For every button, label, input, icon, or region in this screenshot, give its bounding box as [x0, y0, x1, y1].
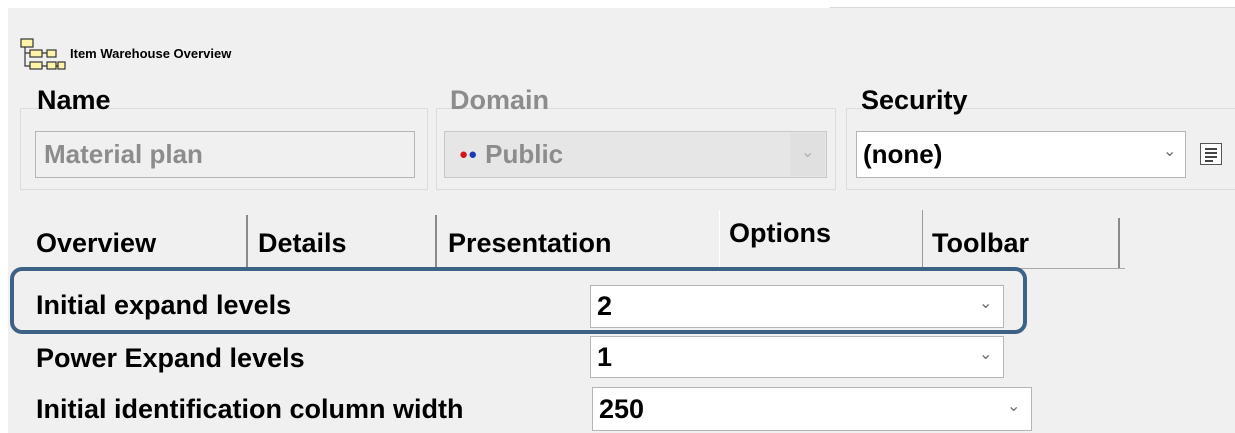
tab-separator	[435, 215, 437, 268]
initial-identification-column-width-dropdown[interactable]: 250 ⌄	[592, 387, 1032, 431]
power-expand-levels-value: 1	[597, 341, 613, 372]
security-label: Security	[861, 85, 968, 115]
highlight-annotation	[10, 267, 1027, 334]
tab-label: Overview	[36, 227, 157, 258]
power-expand-levels-label: Power Expand levels	[36, 343, 305, 373]
tab-separator	[1118, 218, 1120, 268]
domain-value: Public	[485, 139, 564, 169]
tab-separator	[246, 215, 248, 268]
item-warehouse-dialog: Item Warehouse Overview Name Material pl…	[0, 0, 1235, 433]
left-strip	[0, 0, 8, 433]
tab-options[interactable]: Options	[719, 210, 923, 269]
window-title: Item Warehouse Overview	[70, 46, 232, 61]
initial-identification-column-width-label: Initial identification column width	[36, 394, 464, 424]
security-dropdown[interactable]: (none) ⌄	[856, 131, 1186, 178]
chevron-down-icon: ⌄	[979, 346, 993, 363]
power-expand-levels-dropdown[interactable]: 1 ⌄	[590, 336, 1004, 378]
tab-toolbar[interactable]: Toolbar	[924, 218, 1114, 268]
list-view-icon[interactable]	[1200, 143, 1222, 165]
chevron-down-icon: ⌄	[801, 144, 815, 161]
initial-identification-column-width-value: 250	[599, 393, 645, 424]
tab-details[interactable]: Details	[250, 218, 436, 268]
domain-label: Domain	[450, 85, 550, 115]
domain-dropdown[interactable]: ●● Public	[444, 131, 827, 178]
tab-label: Toolbar	[932, 227, 1029, 258]
people-icon: ●●	[459, 146, 478, 163]
chevron-down-icon: ⌄	[1007, 398, 1021, 415]
tab-label: Details	[258, 227, 347, 258]
tab-label: Options	[729, 218, 831, 248]
tab-overview[interactable]: Overview	[28, 218, 246, 268]
tree-structure-icon	[20, 38, 66, 70]
name-value: Material plan	[44, 139, 203, 169]
name-field[interactable]: Material plan	[35, 131, 415, 178]
domain-dropdown-button[interactable]: ⌄	[790, 133, 825, 176]
top-divider	[830, 7, 1235, 8]
tab-presentation[interactable]: Presentation	[440, 218, 720, 268]
tab-label: Presentation	[448, 227, 612, 258]
name-label: Name	[37, 85, 111, 115]
chevron-down-icon: ⌄	[1163, 143, 1177, 160]
security-value: (none)	[863, 139, 943, 169]
